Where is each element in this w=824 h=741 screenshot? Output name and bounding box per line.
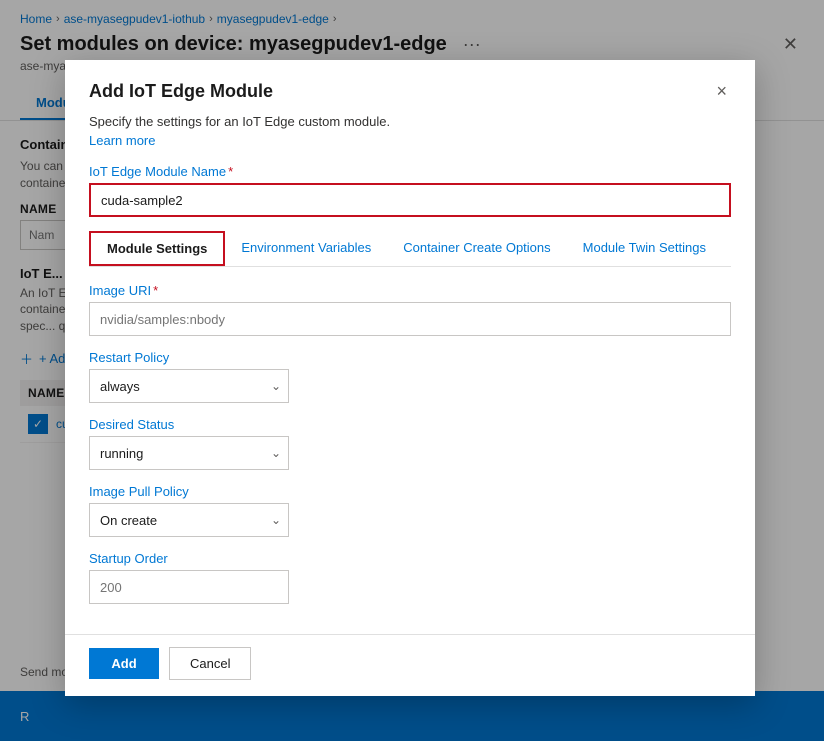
image-uri-input[interactable] [89,302,731,336]
desired-status-select[interactable]: running stopped [89,436,289,470]
modal-body: Specify the settings for an IoT Edge cus… [65,114,755,634]
tab-module-settings[interactable]: Module Settings [89,231,225,266]
image-uri-label: Image URI* [89,283,731,298]
modal-footer: Add Cancel [65,634,755,696]
module-name-label: IoT Edge Module Name* [89,164,731,179]
desired-status-field: Desired Status running stopped ⌄ [89,417,731,470]
image-uri-field: Image URI* [89,283,731,336]
image-pull-policy-field: Image Pull Policy On create Never ⌄ [89,484,731,537]
restart-policy-field: Restart Policy always never on-failure o… [89,350,731,403]
image-pull-policy-select[interactable]: On create Never [89,503,289,537]
modal-title: Add IoT Edge Module [89,81,273,102]
tab-environment-variables[interactable]: Environment Variables [225,231,387,266]
restart-policy-label: Restart Policy [89,350,731,365]
cancel-button[interactable]: Cancel [169,647,251,680]
restart-policy-wrapper: always never on-failure on-unhealthy ⌄ [89,369,289,403]
restart-policy-select[interactable]: always never on-failure on-unhealthy [89,369,289,403]
image-pull-policy-label: Image Pull Policy [89,484,731,499]
tab-module-twin-settings[interactable]: Module Twin Settings [567,231,722,266]
required-indicator: * [228,164,233,179]
module-name-input[interactable] [89,183,731,217]
startup-order-label: Startup Order [89,551,731,566]
desired-status-wrapper: running stopped ⌄ [89,436,289,470]
module-name-field: IoT Edge Module Name* [89,164,731,217]
startup-order-input[interactable] [89,570,289,604]
startup-order-field: Startup Order [89,551,731,604]
desired-status-label: Desired Status [89,417,731,432]
modal-tabs: Module Settings Environment Variables Co… [89,231,731,267]
modal-description: Specify the settings for an IoT Edge cus… [89,114,731,129]
learn-more-link[interactable]: Learn more [89,133,155,148]
modal-header: Add IoT Edge Module × [65,60,755,114]
add-iot-module-modal: Add IoT Edge Module × Specify the settin… [65,60,755,696]
image-pull-policy-wrapper: On create Never ⌄ [89,503,289,537]
tab-container-create-options[interactable]: Container Create Options [387,231,566,266]
add-button[interactable]: Add [89,648,159,679]
modal-close-button[interactable]: × [712,80,731,102]
image-uri-required: * [153,283,158,298]
